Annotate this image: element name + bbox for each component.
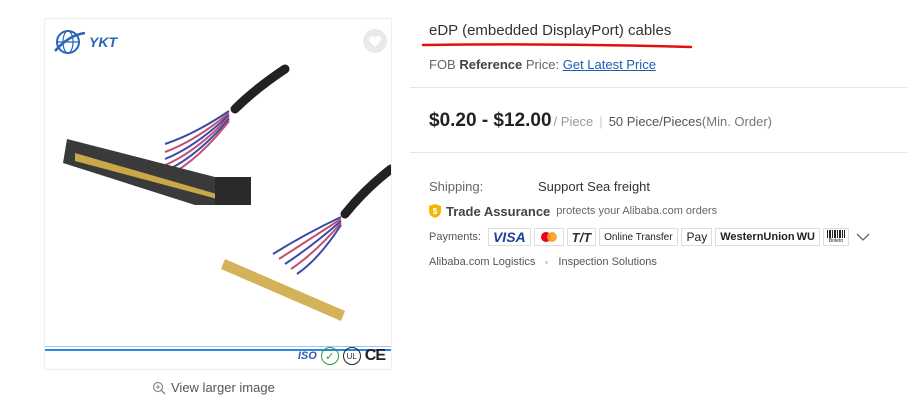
shipping-label: Shipping: [429, 179, 484, 194]
chevron-down-icon[interactable] [856, 233, 870, 242]
price-range: $0.20 - $12.00 [429, 110, 552, 131]
trade-assurance-row: $ Trade Assurance protects your Alibaba.… [428, 203, 717, 219]
view-larger-image-link[interactable]: View larger image [152, 380, 275, 395]
price-row: $0.20 - $12.00 / Piece | 50 Piece/Pieces… [429, 110, 772, 132]
product-title-wrapper: eDP (embedded DisplayPort) cables [421, 22, 693, 49]
ce-cert: CE [364, 347, 386, 364]
apple-pay-badge: Pay [680, 228, 713, 246]
payments-label: Payments: [429, 231, 481, 243]
certification-badges: ISO ✓ UL CE [297, 347, 386, 365]
min-order-qty: 50 Piece/Pieces [608, 114, 702, 129]
mastercard-badge [533, 228, 564, 246]
inspection-solutions-link[interactable]: Inspection Solutions [558, 256, 656, 268]
trade-assurance-description: protects your Alibaba.com orders [556, 205, 718, 217]
boleto-label: Boleto [828, 238, 843, 244]
trade-assurance-shield-icon: $ [429, 204, 441, 218]
price-unit: / Piece [553, 114, 594, 129]
iso-cert: ISO [297, 350, 317, 362]
product-photo [63, 64, 391, 321]
online-transfer-badge: Online Transfer [599, 228, 678, 246]
divider-top [410, 87, 907, 88]
trade-assurance-name[interactable]: Trade Assurance [446, 204, 550, 219]
divider-middle [410, 152, 907, 153]
ul-cert: UL [342, 347, 361, 365]
visa-badge: VISA [487, 228, 531, 246]
product-title: eDP (embedded DisplayPort) cables [429, 22, 672, 39]
payments-row: Payments: VISA T/T Online Transfer Pay W… [429, 228, 870, 246]
service-separator-dot [545, 260, 549, 264]
product-image-panel[interactable]: YKT ISO ✓ UL CE [44, 18, 392, 370]
get-latest-price-link[interactable]: Get Latest Price [563, 57, 656, 72]
check-cert-icon: ✓ [320, 347, 339, 365]
view-larger-label: View larger image [171, 380, 275, 395]
logistics-link[interactable]: Alibaba.com Logistics [429, 256, 535, 268]
tt-badge: T/T [566, 228, 597, 246]
price-separator: | [599, 114, 603, 129]
shipping-value: Support Sea freight [538, 179, 651, 194]
apple-pay-label: Pay [686, 230, 708, 244]
service-links-row: Alibaba.com Logistics Inspection Solutio… [429, 256, 657, 268]
product-detail-page: YKT ISO ✓ UL CE View larger image eDP (e… [0, 0, 907, 401]
fob-price-label: Price: [525, 57, 560, 72]
western-union-label: WesternUnion [720, 231, 795, 243]
zoom-in-icon [152, 381, 166, 394]
fob-prefix: FOB [429, 57, 456, 72]
fob-price-row: FOB Reference Price: Get Latest Price [429, 57, 656, 72]
western-union-badge: WesternUnion WU [715, 228, 820, 246]
boleto-badge: Boleto [822, 228, 849, 246]
logo-text: YKT [89, 34, 117, 50]
mastercard-icon [540, 232, 557, 242]
heart-icon [368, 35, 382, 47]
red-annotation-underline [421, 43, 693, 49]
min-order-note: (Min. Order) [701, 114, 772, 129]
barcode-icon [826, 230, 845, 238]
fob-reference: Reference [459, 57, 523, 72]
wu-label: WU [796, 231, 815, 243]
svg-text:$: $ [433, 207, 438, 216]
